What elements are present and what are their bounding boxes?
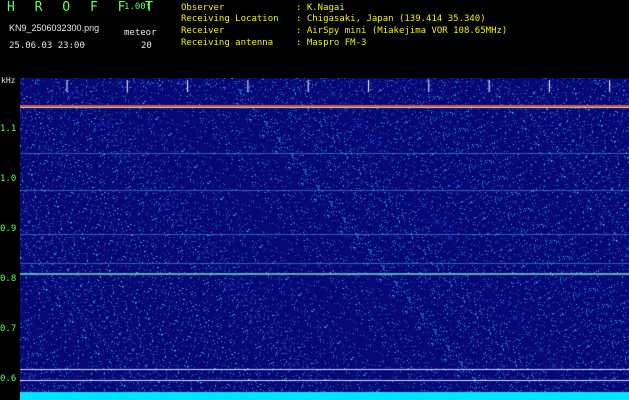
filename-label: KN9_2506032300.png (9, 23, 100, 33)
location-value: : Chigasaki, Japan (139.414 35.340) (296, 14, 486, 24)
antenna-value: : Maspro FM-3 (296, 38, 367, 48)
y-tick-label: 0.7 (0, 324, 17, 334)
y-tick-label: 1.0 (0, 174, 17, 184)
observer-value: : K.Nagai (296, 3, 345, 13)
version-label: 1.00f (124, 2, 152, 12)
datetime-label: 25.06.03 23:00 (9, 41, 85, 51)
spectrogram (20, 78, 629, 400)
meteor-count: 20 (141, 41, 152, 51)
y-tick-label: 0.8 (0, 274, 17, 284)
y-tick-label: 1.1 (0, 124, 17, 134)
antenna-key: Receiving antenna (181, 38, 274, 48)
spectrogram-canvas (20, 78, 629, 400)
y-tick-label: 0.9 (0, 224, 17, 234)
observer-key: Observer (181, 3, 225, 13)
location-key: Receiving Location (181, 14, 279, 24)
header-panel: H R O F F T 1.00f KN9_2506032300.png met… (0, 0, 629, 74)
y-axis-unit: kHz (1, 76, 16, 85)
y-tick-label: 0.6 (0, 374, 17, 384)
meteor-label: meteor (124, 28, 157, 38)
receiver-key: Receiver (181, 26, 225, 36)
receiver-value: : AirSpy mini (Miakejima VOR 108.65MHz) (296, 26, 508, 36)
